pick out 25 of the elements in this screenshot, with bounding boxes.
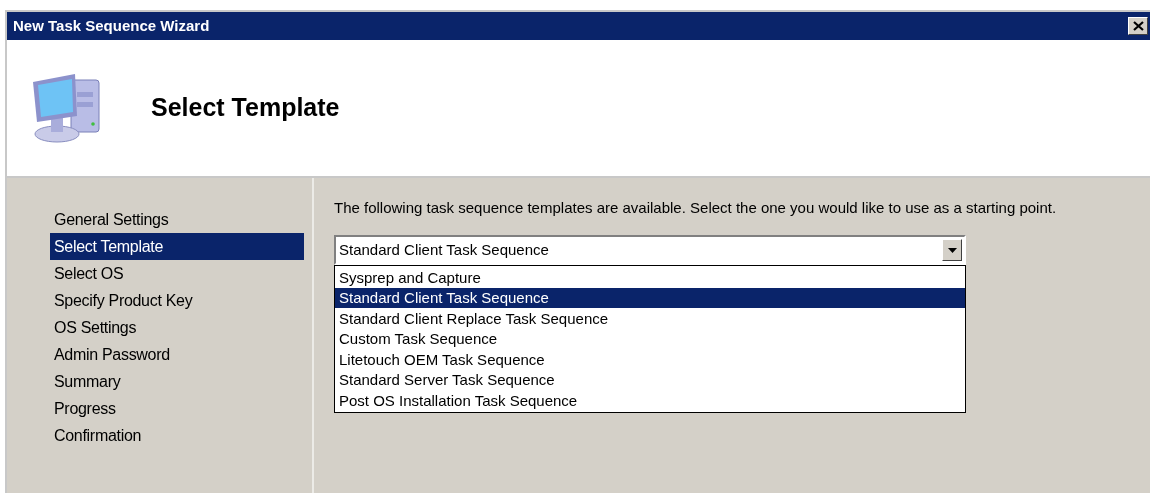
wizard-step[interactable]: Admin Password bbox=[50, 341, 304, 368]
dropdown-option[interactable]: Post OS Installation Task Sequence bbox=[335, 390, 965, 411]
window-title: New Task Sequence Wizard bbox=[13, 15, 210, 36]
caret-icon bbox=[947, 247, 957, 253]
wizard-step[interactable]: Progress bbox=[50, 395, 304, 422]
wizard-step[interactable]: Confirmation bbox=[50, 422, 304, 449]
close-button[interactable] bbox=[1128, 17, 1148, 35]
dropdown-option[interactable]: Litetouch OEM Task Sequence bbox=[335, 349, 965, 370]
wizard-step[interactable]: Select Template bbox=[50, 233, 304, 260]
dropdown-option[interactable]: Standard Client Replace Task Sequence bbox=[335, 308, 965, 329]
wizard-step[interactable]: Summary bbox=[50, 368, 304, 395]
dropdown-option[interactable]: Standard Client Task Sequence bbox=[335, 287, 965, 308]
instructions-text: The following task sequence templates are available. Select the one you would like to use as a starting point. bbox=[334, 198, 1058, 217]
dropdown-arrow-button[interactable] bbox=[942, 239, 962, 261]
wizard-step[interactable]: General Settings bbox=[50, 206, 304, 233]
wizard-step[interactable]: Select OS bbox=[50, 260, 304, 287]
wizard-step[interactable]: OS Settings bbox=[50, 314, 304, 341]
close-icon bbox=[1132, 21, 1144, 31]
dropdown-option[interactable]: Custom Task Sequence bbox=[335, 328, 965, 349]
dropdown-option[interactable]: Sysprep and Capture bbox=[335, 267, 965, 288]
template-dropdown[interactable]: Standard Client Task Sequence bbox=[334, 235, 966, 265]
wizard-step[interactable]: Specify Product Key bbox=[50, 287, 304, 314]
dropdown-option[interactable]: Standard Server Task Sequence bbox=[335, 369, 965, 390]
dropdown-value: Standard Client Task Sequence bbox=[339, 239, 549, 260]
page-heading: Select Template bbox=[151, 92, 340, 124]
